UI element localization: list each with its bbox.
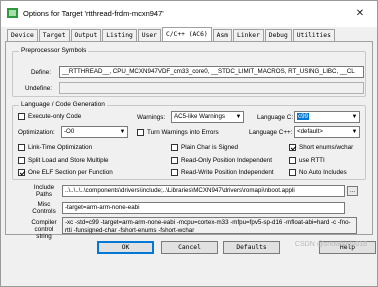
defaults-button[interactable]: Defaults xyxy=(223,241,280,254)
tab-device[interactable]: Device xyxy=(7,29,38,41)
language-c-select[interactable]: c99 ▼ xyxy=(294,111,360,123)
tab-c-cpp[interactable]: C/C++ (AC6) xyxy=(161,27,212,41)
warnings-as-errors-label: Turn Warnings into Errors xyxy=(147,129,219,136)
tab-listing[interactable]: Listing xyxy=(102,29,137,41)
warnings-label: Warnings: xyxy=(137,114,166,121)
execute-only-box[interactable] xyxy=(18,113,25,120)
link-time-label: Link-Time Optimization xyxy=(28,144,93,151)
misc-controls-label: Misc Controls xyxy=(32,201,56,215)
short-enums-checkbox[interactable]: Short enums/wchar xyxy=(289,144,353,151)
codegen-group-title: Language / Code Generation xyxy=(19,101,107,108)
undefine-input[interactable] xyxy=(59,82,364,94)
rw-position-label: Read-Write Position Independent xyxy=(181,169,274,176)
keil-app-icon xyxy=(7,8,18,18)
plain-char-checkbox[interactable]: Plain Char is Signed xyxy=(171,144,238,151)
compiler-string-output[interactable]: -xc -std=c99 -target=arm-arm-none-eabi -… xyxy=(62,217,357,234)
ro-position-box[interactable] xyxy=(171,157,178,164)
ok-button[interactable]: OK xyxy=(97,241,154,254)
short-enums-box[interactable] xyxy=(289,144,296,151)
optimization-label: Optimization: xyxy=(18,129,55,136)
preprocessor-group: Preprocessor Symbols Define: __RTTHREAD_… xyxy=(12,47,366,97)
execute-only-checkbox[interactable]: Execute-only Code xyxy=(18,113,81,120)
language-c-label: Language C: xyxy=(257,114,294,121)
no-auto-includes-box[interactable] xyxy=(289,169,296,176)
plain-char-label: Plain Char is Signed xyxy=(181,144,239,151)
compiler-string-label: Compiler control string xyxy=(31,219,57,240)
warnings-as-errors-checkbox[interactable]: Turn Warnings into Errors xyxy=(137,129,219,136)
warnings-value: AC5-like Warnings xyxy=(174,113,226,120)
optimization-select[interactable]: -O0 ▼ xyxy=(61,126,128,138)
tab-debug[interactable]: Debug xyxy=(264,29,292,41)
chevron-down-icon: ▼ xyxy=(235,114,242,120)
rw-position-box[interactable] xyxy=(171,169,178,176)
undefine-label: Undefine: xyxy=(25,85,52,92)
link-time-box[interactable] xyxy=(18,144,25,151)
cancel-button[interactable]: Cancel xyxy=(161,241,218,254)
chevron-down-icon: ▼ xyxy=(351,129,358,135)
one-elf-section-checkbox[interactable]: One ELF Section per Function xyxy=(18,169,113,176)
tab-utilities[interactable]: Utilities xyxy=(292,29,335,41)
no-auto-includes-checkbox[interactable]: No Auto Includes xyxy=(289,169,347,176)
split-load-store-box[interactable] xyxy=(18,157,25,164)
misc-controls-input[interactable]: -target=arm-arm-none-eabi xyxy=(62,202,345,214)
include-paths-browse-button[interactable]: ... xyxy=(347,186,358,196)
warnings-as-errors-box[interactable] xyxy=(137,129,144,136)
language-cpp-value: <default> xyxy=(297,128,323,135)
tab-user[interactable]: User xyxy=(137,29,161,41)
one-elf-section-label: One ELF Section per Function xyxy=(28,169,113,176)
include-paths-label: Include Paths xyxy=(33,184,55,198)
title-bar: Options for Target 'rtthread-frdm-mcxn94… xyxy=(1,1,377,27)
language-c-value: c99 xyxy=(297,113,309,120)
warnings-select[interactable]: AC5-like Warnings ▼ xyxy=(171,111,244,123)
tab-output[interactable]: Output xyxy=(70,29,102,41)
define-label: Define: xyxy=(31,69,51,76)
language-cpp-label: Language C++: xyxy=(249,129,293,136)
split-load-store-label: Split Load and Store Multiple xyxy=(28,157,109,164)
use-rtti-label: use RTTI xyxy=(299,157,325,164)
close-button[interactable]: ✕ xyxy=(347,5,373,23)
one-elf-section-box[interactable] xyxy=(18,169,25,176)
options-dialog: Options for Target 'rtthread-frdm-mcxn94… xyxy=(0,0,378,287)
watermark-text: CSDN @snowbirdy018 xyxy=(294,241,367,248)
use-rtti-box[interactable] xyxy=(289,157,296,164)
include-paths-input[interactable]: ..\..\..\..\components\drivers\include;.… xyxy=(62,185,345,197)
tab-target[interactable]: Target xyxy=(38,29,70,41)
preprocessor-group-title: Preprocessor Symbols xyxy=(19,47,89,54)
define-input[interactable]: __RTTHREAD__, CPU_MCXN947VDF_cm33_core0,… xyxy=(59,66,364,78)
execute-only-label: Execute-only Code xyxy=(28,113,82,120)
tab-asm[interactable]: Asm xyxy=(212,29,233,41)
split-load-store-checkbox[interactable]: Split Load and Store Multiple xyxy=(18,157,109,164)
optimization-value: -O0 xyxy=(64,128,75,135)
rw-position-checkbox[interactable]: Read-Write Position Independent xyxy=(171,169,274,176)
link-time-checkbox[interactable]: Link-Time Optimization xyxy=(18,144,92,151)
language-cpp-select[interactable]: <default> ▼ xyxy=(294,126,360,138)
no-auto-includes-label: No Auto Includes xyxy=(299,169,347,176)
plain-char-box[interactable] xyxy=(171,144,178,151)
tab-strip: Device Target Output Listing User C/C++ … xyxy=(7,27,336,41)
chevron-down-icon: ▼ xyxy=(119,129,126,135)
codegen-group: Language / Code Generation Execute-only … xyxy=(12,101,366,180)
window-title: Options for Target 'rtthread-frdm-mcxn94… xyxy=(23,9,164,18)
use-rtti-checkbox[interactable]: use RTTI xyxy=(289,157,325,164)
short-enums-label: Short enums/wchar xyxy=(299,144,354,151)
ro-position-checkbox[interactable]: Read-Only Position Independent xyxy=(171,157,272,164)
tab-linker[interactable]: Linker xyxy=(233,29,264,41)
c-cpp-tab-panel: Preprocessor Symbols Define: __RTTHREAD_… xyxy=(5,41,373,240)
ro-position-label: Read-Only Position Independent xyxy=(181,157,273,164)
chevron-down-icon: ▼ xyxy=(351,114,358,120)
